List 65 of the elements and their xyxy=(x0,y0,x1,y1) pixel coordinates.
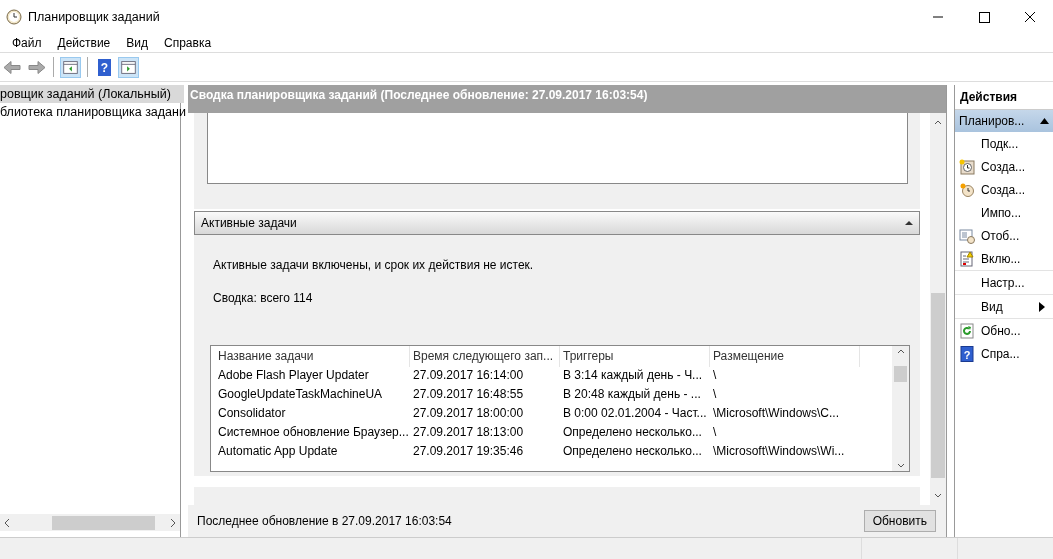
column-header[interactable]: Название задачи xyxy=(215,346,410,367)
table-cell-text: Определено несколько... xyxy=(562,443,703,458)
collapse-icon[interactable] xyxy=(1040,118,1049,124)
table-cell-text: Системное обновление Браузер... xyxy=(217,424,410,439)
table-cell-text: 27.09.2017 16:14:00 xyxy=(412,367,525,382)
summary-header: Сводка планировщика заданий (Последнее обновление: 27.09.2017 16:03:54) xyxy=(188,85,946,113)
panel-toggle-icon[interactable] xyxy=(118,56,139,78)
refresh-icon xyxy=(959,322,975,339)
refresh-button[interactable]: Обновить xyxy=(863,510,936,532)
action-item[interactable]: Подк... xyxy=(981,136,1019,151)
table-cell-text: 27.09.2017 18:13:00 xyxy=(412,424,525,439)
table-cell-text: В 0:00 02.01.2004 - Част... xyxy=(562,405,708,420)
action-item[interactable]: Настр... xyxy=(981,275,1025,290)
table-cell-text: Consolidator xyxy=(217,405,287,420)
section-header[interactable]: Активные задачи xyxy=(194,211,920,235)
vertical-scrollbar[interactable] xyxy=(892,346,909,471)
scroll-thumb[interactable] xyxy=(931,293,945,478)
collapse-icon[interactable] xyxy=(905,220,913,226)
clock-icon xyxy=(6,8,22,25)
status-text: Активные задачи включены, и срок их действия не истек. xyxy=(213,258,535,272)
window-clock-icon xyxy=(959,227,975,244)
section-title: Активные задачи xyxy=(201,216,297,230)
menu-item[interactable]: Справка xyxy=(156,35,220,50)
table-cell-text: \ xyxy=(712,386,718,401)
clock-icon xyxy=(959,181,975,198)
table-cell-text: \ xyxy=(712,367,718,382)
table-cell-text: Определено несколько... xyxy=(562,424,703,439)
action-item[interactable]: Обно... xyxy=(981,323,1021,338)
table-cell-text: Adobe Flash Player Updater xyxy=(217,367,370,382)
action-item[interactable]: Импо... xyxy=(981,205,1022,220)
window-title: Планировщик заданий xyxy=(28,9,160,24)
action-item[interactable]: Отоб... xyxy=(981,228,1020,243)
column-header[interactable]: Размещение xyxy=(710,346,860,367)
table-cell-text: В 3:14 каждый день - Ч... xyxy=(562,367,704,382)
task-clock-icon xyxy=(959,158,975,175)
table-cell-text: 27.09.2017 18:00:00 xyxy=(412,405,525,420)
table-cell-text: 27.09.2017 19:35:46 xyxy=(412,443,525,458)
scroll-thumb[interactable] xyxy=(52,515,155,530)
table-cell-text: \Microsoft\Windows\C... xyxy=(712,405,841,420)
horizontal-scrollbar[interactable] xyxy=(0,514,180,531)
last-update-text: Последнее обновление в 27.09.2017 16:03:54 xyxy=(197,514,452,528)
action-item[interactable]: Спра... xyxy=(981,346,1020,361)
table-cell-text: 27.09.2017 16:48:55 xyxy=(412,386,525,401)
help-icon: ? xyxy=(959,345,975,362)
column-header[interactable]: Триггеры xyxy=(560,346,710,367)
tree-item[interactable]: ровщик заданий (Локальный) xyxy=(0,85,184,103)
action-item[interactable]: Вклю... xyxy=(981,251,1021,266)
scroll-thumb[interactable] xyxy=(894,366,907,382)
action-item[interactable]: Созда... xyxy=(981,159,1026,174)
table-cell-text: В 20:48 каждый день - ... xyxy=(562,386,702,401)
action-item[interactable]: Созда... xyxy=(981,182,1026,197)
table-cell-text: GoogleUpdateTaskMachineUA xyxy=(217,386,384,401)
table-cell-text: \ xyxy=(712,424,718,439)
log-warning-icon xyxy=(959,250,975,267)
table-cell-text: \Microsoft\Windows\Wi... xyxy=(712,443,846,458)
submenu-arrow-icon xyxy=(1039,301,1045,312)
panel-toggle-icon[interactable] xyxy=(60,56,81,78)
total-count: Сводка: всего 114 xyxy=(213,291,314,305)
table-cell-text: Automatic App Update xyxy=(217,443,339,458)
column-header[interactable]: Время следующего зап... xyxy=(410,346,560,367)
action-item[interactable]: Вид xyxy=(981,299,1003,314)
menu-item[interactable]: Файл xyxy=(4,35,50,50)
menu-item[interactable]: Вид xyxy=(118,35,156,50)
menu-item[interactable]: Действие xyxy=(49,35,119,50)
actions-group[interactable]: Планиров... xyxy=(955,110,1053,132)
